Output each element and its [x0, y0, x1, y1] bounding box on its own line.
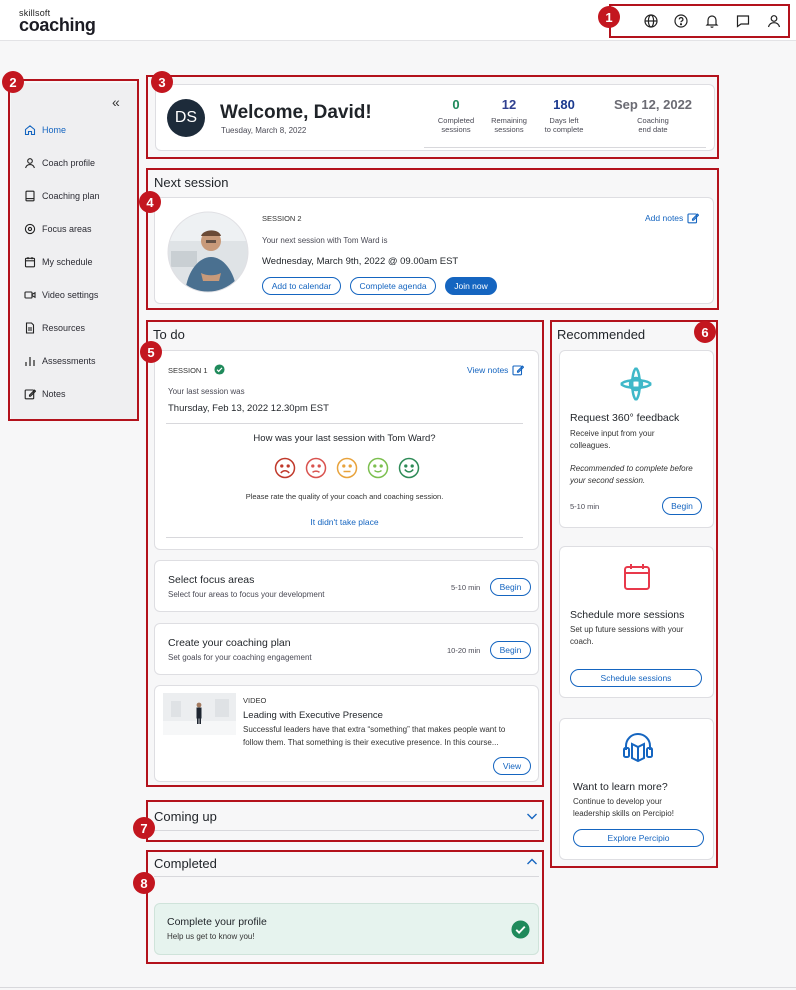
footer-divider: [0, 987, 796, 988]
annotation-box-8: [146, 850, 544, 964]
annotation-badge: 1: [598, 6, 620, 28]
annotation-badge: 3: [151, 71, 173, 93]
annotation-badge: 8: [133, 872, 155, 894]
annotation-box-5: [146, 320, 544, 787]
app-root: skillsoft coaching « Home Coach profile …: [0, 0, 796, 990]
annotation-box-3: [146, 75, 719, 159]
annotation-box-4: [146, 168, 719, 310]
annotation-badge: 5: [140, 341, 162, 363]
annotation-box-6: [550, 320, 718, 868]
annotation-box-7: [146, 800, 544, 842]
annotation-box-2: [8, 79, 139, 421]
annotation-box-1: [609, 4, 790, 38]
annotation-badge: 7: [133, 817, 155, 839]
logo-coaching: coaching: [19, 15, 96, 35]
annotation-badge: 2: [2, 71, 24, 93]
annotation-badge: 4: [139, 191, 161, 213]
annotation-badge: 6: [694, 321, 716, 343]
